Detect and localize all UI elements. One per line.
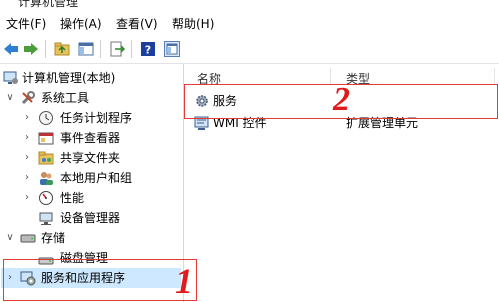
tree-item-computer-management[interactable]: 计算机管理(本地) — [0, 68, 182, 88]
tree-item-device-manager[interactable]: 设备管理器 — [0, 208, 182, 228]
forward-icon[interactable] — [23, 41, 39, 57]
clock-icon — [38, 110, 54, 126]
tree-item-local-users[interactable]: › 本地用户和组 — [0, 168, 182, 188]
menu-view[interactable]: 查看(V) — [116, 16, 158, 32]
annotation-box-1 — [3, 259, 197, 301]
toolbar-separator — [100, 40, 101, 58]
tree-item-shared-folders[interactable]: › 共享文件夹 — [0, 148, 182, 168]
storage-icon — [20, 230, 36, 246]
system-tools-icon — [20, 90, 36, 106]
tree-label: 任务计划程序 — [60, 111, 133, 125]
toolbar: ? — [0, 36, 499, 64]
menu-action[interactable]: 操作(A) — [60, 16, 102, 32]
annotation-label-1: 1 — [175, 261, 193, 301]
chevron-right-icon[interactable]: › — [22, 148, 32, 168]
toolbar-separator — [45, 40, 46, 58]
tree-label: 系统工具 — [41, 91, 90, 105]
column-separator[interactable] — [330, 68, 331, 84]
chevron-right-icon[interactable]: › — [22, 168, 32, 188]
tree-item-task-scheduler[interactable]: › 任务计划程序 — [0, 108, 182, 128]
window-title: 计算机管理 — [18, 0, 79, 9]
tree-item-event-viewer[interactable]: › 事件查看器 — [0, 128, 182, 148]
users-icon — [38, 170, 54, 186]
tree-label: 存储 — [41, 231, 66, 245]
menu-bar: 文件(F) 操作(A) 查看(V) 帮助(H) — [0, 12, 499, 36]
back-icon[interactable] — [3, 41, 19, 57]
tree-item-performance[interactable]: › 性能 — [0, 188, 182, 208]
tree-label: 性能 — [60, 191, 85, 205]
menu-file[interactable]: 文件(F) — [6, 16, 46, 32]
tree-label: 共享文件夹 — [60, 151, 121, 165]
toolbar-separator — [131, 40, 132, 58]
chevron-right-icon[interactable]: › — [22, 188, 32, 208]
tree-label: 事件查看器 — [60, 131, 121, 145]
annotation-label-2: 2 — [333, 81, 350, 118]
tree-label: 设备管理器 — [60, 211, 121, 225]
tree-label: 计算机管理(本地) — [22, 71, 116, 85]
column-separator[interactable] — [494, 68, 495, 84]
event-viewer-icon — [38, 130, 54, 146]
shared-folder-icon — [38, 150, 54, 166]
tree-item-storage[interactable]: ∨ 存储 — [0, 228, 182, 248]
tree-label: 本地用户和组 — [60, 171, 133, 185]
tree-item-system-tools[interactable]: ∨ 系统工具 — [0, 88, 182, 108]
export-list-icon[interactable] — [109, 41, 125, 57]
chevron-down-icon[interactable]: ∨ — [5, 88, 15, 108]
computer-management-icon — [3, 70, 19, 86]
device-manager-icon — [38, 210, 54, 226]
chevron-right-icon[interactable]: › — [22, 128, 32, 148]
up-folder-icon[interactable] — [54, 41, 70, 57]
menu-help[interactable]: 帮助(H) — [172, 16, 214, 32]
properties-view-icon[interactable] — [164, 41, 180, 57]
help-icon[interactable]: ? — [140, 41, 156, 57]
chevron-down-icon[interactable]: ∨ — [5, 228, 15, 248]
chevron-right-icon[interactable]: › — [22, 108, 32, 128]
svg-text:?: ? — [145, 44, 151, 57]
show-hide-tree-icon[interactable] — [78, 41, 94, 57]
title-bar: 计算机管理 — [0, 0, 499, 12]
performance-icon — [38, 190, 54, 206]
